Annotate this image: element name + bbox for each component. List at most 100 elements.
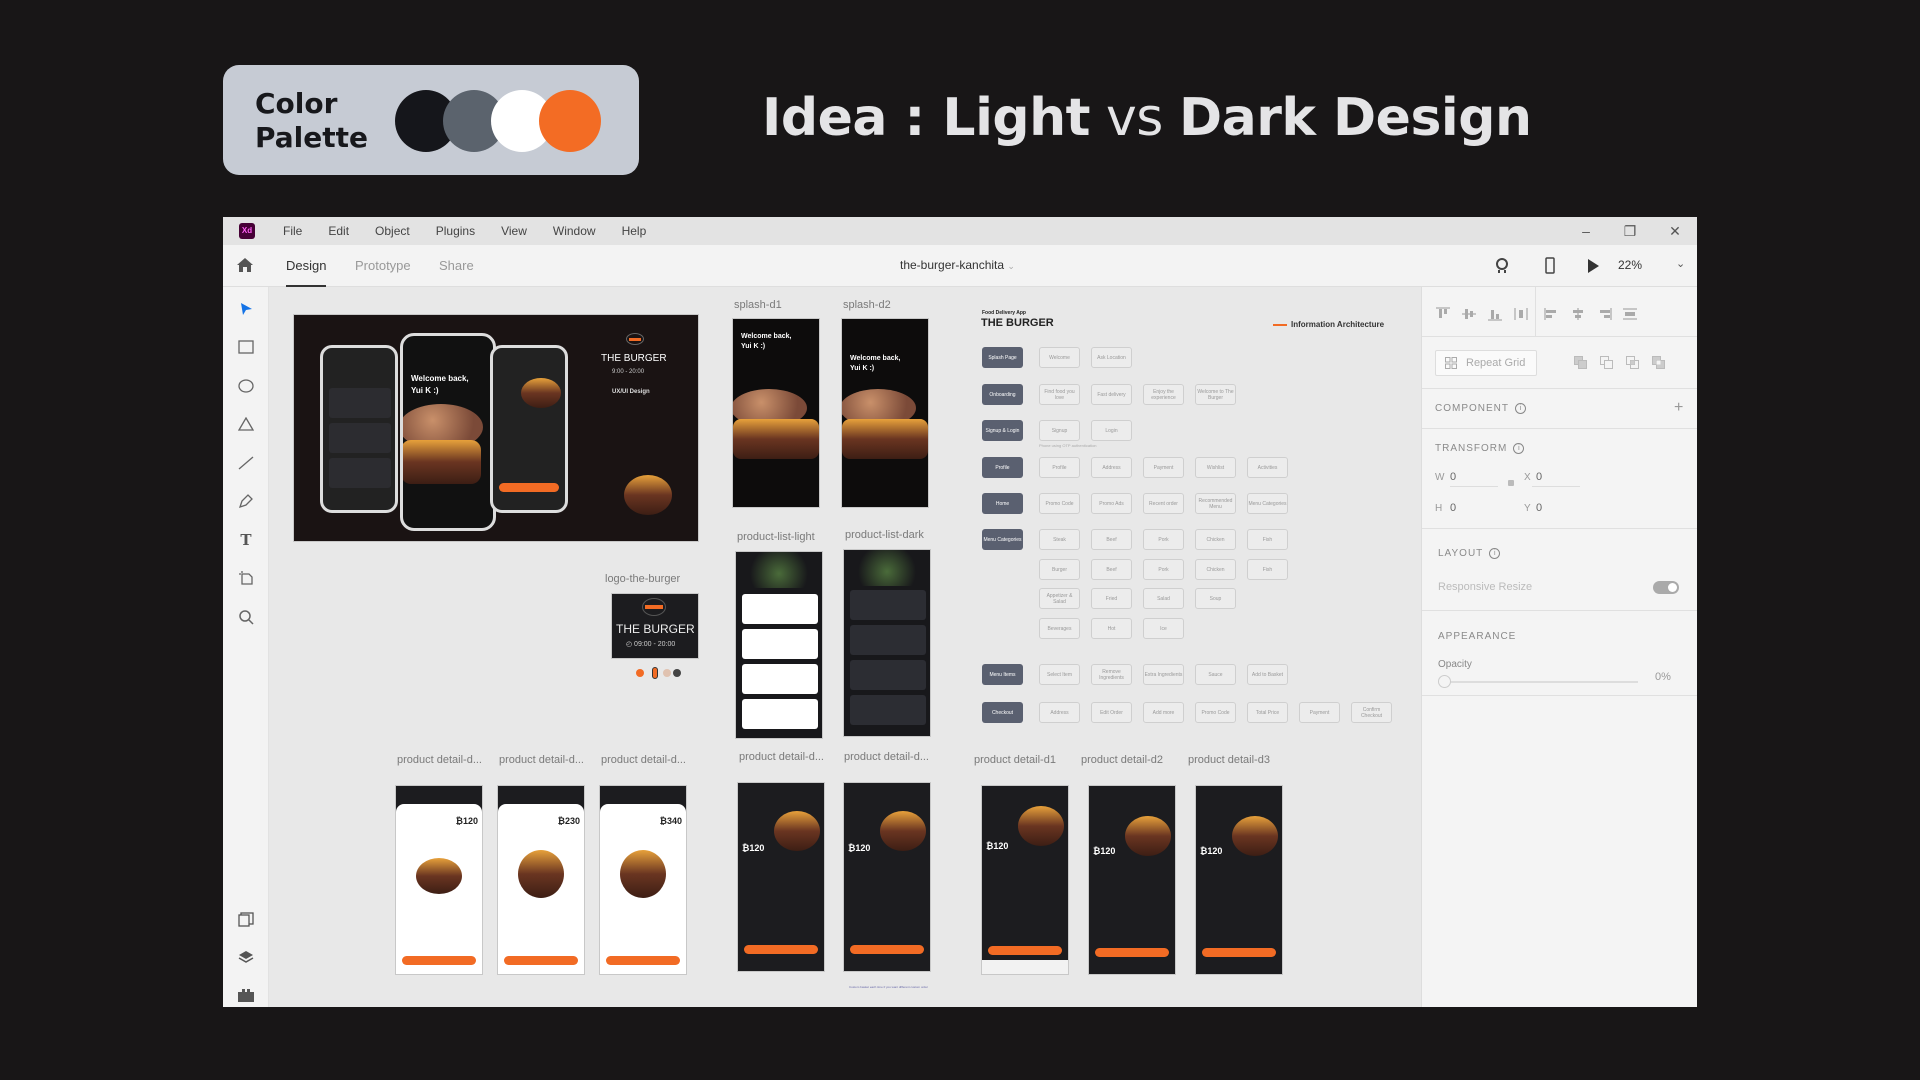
product-detail-d2[interactable]: ₿120 — [1088, 785, 1176, 975]
repeat-grid-button[interactable]: Repeat Grid — [1435, 350, 1537, 376]
share-user-icon[interactable] — [1493, 257, 1511, 275]
align-center-icon[interactable] — [1570, 307, 1586, 321]
artboard-label[interactable]: product detail-d... — [601, 754, 686, 766]
ia-artboard[interactable]: Food Delivery App THE BURGER Information… — [977, 307, 1417, 742]
distribute-vertical-icon[interactable] — [1513, 307, 1529, 321]
align-middle-icon[interactable] — [1461, 307, 1477, 321]
opacity-input[interactable]: 0% — [1655, 671, 1671, 683]
logo-artboard[interactable]: THE BURGER ◴ 09:00 - 20:00 — [611, 593, 699, 659]
menu-window[interactable]: Window — [553, 224, 596, 238]
zoom-dropdown-chevron-icon[interactable]: ⌄ — [1676, 257, 1685, 270]
boolean-add-icon[interactable] — [1574, 356, 1588, 370]
play-icon[interactable] — [1584, 257, 1602, 275]
product-detail-d1[interactable]: ₿120 — [981, 785, 1069, 975]
restore-button[interactable]: ❐ — [1608, 217, 1652, 245]
product-detail-dark-2[interactable]: ₿120 — [843, 782, 931, 972]
product-detail-dark-1[interactable]: ₿120 — [737, 782, 825, 972]
artboard-tool-icon[interactable] — [236, 568, 256, 588]
ellipse-tool-icon[interactable] — [236, 376, 256, 396]
responsive-resize-toggle[interactable] — [1653, 581, 1679, 594]
distribute-horizontal-icon[interactable] — [1622, 307, 1638, 321]
x-input[interactable]: 0 — [1536, 471, 1542, 483]
menu-file[interactable]: File — [283, 224, 302, 238]
info-icon[interactable]: i — [1515, 403, 1526, 414]
close-button[interactable]: ✕ — [1653, 217, 1697, 245]
boolean-intersect-icon[interactable] — [1626, 356, 1640, 370]
tab-prototype[interactable]: Prototype — [355, 258, 411, 273]
info-icon[interactable]: i — [1513, 443, 1525, 454]
phone-mockup-center: Welcome back, Yui K :) — [400, 333, 496, 531]
artboard-label[interactable]: product detail-d2 — [1081, 754, 1163, 766]
product-detail-light-3[interactable]: ₿340 — [599, 785, 687, 975]
ia-node: Activities — [1247, 457, 1288, 478]
y-input[interactable]: 0 — [1536, 502, 1542, 514]
list-item — [850, 625, 926, 655]
document-title-dropdown[interactable]: the-burger-kanchita ⌄ — [900, 258, 1015, 272]
splash-d2-artboard[interactable]: Welcome back, Yui K :) — [841, 318, 929, 508]
artboard-label[interactable]: product detail-d... — [739, 751, 824, 763]
tab-design[interactable]: Design — [286, 258, 327, 288]
width-input[interactable]: 0 — [1450, 471, 1456, 483]
ia-node: Welcome — [1039, 347, 1080, 368]
artboard-label[interactable]: splash-d1 — [734, 299, 782, 311]
lock-aspect-icon[interactable] — [1508, 480, 1514, 486]
product-list-light-artboard[interactable] — [735, 551, 823, 739]
zoom-level[interactable]: 22% — [1618, 258, 1642, 272]
product-detail-light-2[interactable]: ₿230 — [497, 785, 585, 975]
assets-panel-icon[interactable] — [236, 909, 256, 929]
splash-d1-artboard[interactable]: Welcome back, Yui K :) — [732, 318, 820, 508]
line-tool-icon[interactable] — [236, 453, 256, 473]
select-tool-icon[interactable] — [236, 299, 256, 319]
artboard-label[interactable]: product detail-d... — [844, 751, 929, 763]
artboard-label[interactable]: product detail-d1 — [974, 754, 1056, 766]
plugins-panel-icon[interactable] — [236, 985, 256, 1005]
zoom-tool-icon[interactable] — [236, 607, 256, 627]
add-component-icon[interactable]: + — [1674, 399, 1683, 417]
pen-tool-icon[interactable] — [236, 491, 256, 511]
menu-help[interactable]: Help — [622, 224, 647, 238]
text-tool-icon[interactable]: T — [236, 530, 256, 550]
opacity-slider-thumb[interactable] — [1438, 675, 1451, 688]
boolean-exclude-icon[interactable] — [1652, 356, 1666, 370]
product-detail-d3[interactable]: ₿120 — [1195, 785, 1283, 975]
artboard-label[interactable]: product detail-d... — [397, 754, 482, 766]
artboard-label[interactable]: product-list-dark — [845, 529, 924, 541]
add-to-basket-button — [744, 945, 818, 954]
artboard-label[interactable]: logo-the-burger — [605, 573, 680, 585]
opacity-slider[interactable] — [1438, 675, 1638, 689]
align-left-icon[interactable] — [1544, 307, 1560, 321]
menu-object[interactable]: Object — [375, 224, 410, 238]
home-icon[interactable] — [236, 257, 254, 273]
artboard-label[interactable]: product detail-d... — [499, 754, 584, 766]
artboard-label[interactable]: product-list-light — [737, 531, 815, 543]
menu-edit[interactable]: Edit — [328, 224, 349, 238]
device-preview-icon[interactable] — [1541, 257, 1559, 275]
menu-plugins[interactable]: Plugins — [436, 224, 475, 238]
product-list-dark-artboard[interactable] — [843, 549, 931, 737]
cover-artboard[interactable]: Welcome back, Yui K :) THE BURGER 9:00 -… — [293, 314, 699, 542]
ia-node: Soup — [1195, 588, 1236, 609]
artboard-label[interactable]: splash-d2 — [843, 299, 891, 311]
ia-section-head: Profile — [982, 457, 1023, 478]
ia-node: Appetizer & Salad — [1039, 588, 1080, 609]
align-right-icon[interactable] — [1596, 307, 1612, 321]
transform-section: TRANSFORM i W 0 X 0 H 0 Y 0 — [1422, 429, 1697, 529]
logo-variants — [636, 667, 686, 679]
product-detail-light-1[interactable]: ₿120 — [395, 785, 483, 975]
tab-share[interactable]: Share — [439, 258, 474, 273]
info-icon[interactable]: i — [1489, 548, 1501, 559]
ia-node: Promo Code — [1195, 702, 1236, 723]
ia-node: Chicken — [1195, 529, 1236, 550]
minimize-button[interactable]: – — [1564, 217, 1608, 245]
align-bottom-icon[interactable] — [1487, 307, 1503, 321]
rectangle-tool-icon[interactable] — [236, 337, 256, 357]
headline: Idea : Light vs Dark Design — [762, 88, 1532, 148]
polygon-tool-icon[interactable] — [236, 414, 256, 434]
height-input[interactable]: 0 — [1450, 502, 1456, 514]
artboard-label[interactable]: product detail-d3 — [1188, 754, 1270, 766]
ia-node: Ice — [1143, 618, 1184, 639]
layers-panel-icon[interactable] — [236, 947, 256, 967]
menu-view[interactable]: View — [501, 224, 527, 238]
align-top-icon[interactable] — [1435, 307, 1451, 321]
boolean-subtract-icon[interactable] — [1600, 356, 1614, 370]
